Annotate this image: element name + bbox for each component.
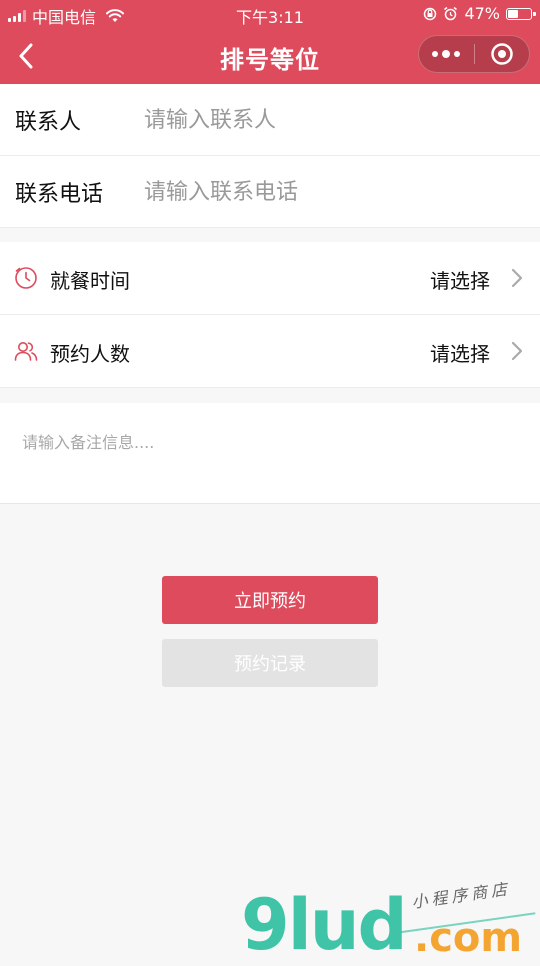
watermark-tagline: 小程序商店	[410, 879, 513, 912]
watermark-logo: 小程序商店 9lud .com	[236, 879, 536, 966]
clock-icon	[15, 267, 37, 289]
party-size-label: 预约人数	[50, 342, 130, 366]
people-icon	[14, 342, 38, 361]
dining-time-row[interactable]: 就餐时间 请选择	[0, 242, 540, 315]
chevron-right-icon	[511, 341, 523, 361]
nav-bar: 排号等位	[0, 28, 540, 84]
more-dots-icon	[432, 50, 461, 58]
status-right: 47%	[423, 4, 536, 23]
dining-time-label: 就餐时间	[50, 269, 130, 293]
options-section: 就餐时间 请选择 预约人数 请选择	[0, 242, 540, 388]
dining-time-value: 请选择	[430, 269, 490, 293]
watermark-domain: .com	[414, 915, 523, 961]
party-size-row[interactable]: 预约人数 请选择	[0, 315, 540, 388]
contact-input[interactable]	[142, 98, 520, 142]
close-miniprogram-button[interactable]	[475, 36, 530, 72]
target-icon	[491, 43, 513, 65]
records-button[interactable]: 预约记录	[162, 639, 378, 687]
capsule-menu	[418, 35, 530, 73]
status-bar: 中国电信 下午3:11 47%	[0, 0, 540, 28]
battery-icon	[506, 7, 536, 20]
contact-row: 联系人	[0, 84, 540, 156]
battery-percent: 47%	[464, 4, 500, 23]
alarm-icon	[444, 6, 458, 21]
contact-label: 联系人	[15, 110, 82, 135]
contact-section: 联系人 联系电话	[0, 84, 540, 228]
phone-label: 联系电话	[15, 182, 104, 207]
battery-level	[508, 9, 518, 18]
reserve-button[interactable]: 立即预约	[162, 576, 378, 624]
orientation-lock-icon	[424, 7, 437, 20]
remark-textarea[interactable]	[20, 427, 524, 491]
party-size-value: 请选择	[430, 342, 490, 366]
chevron-right-icon	[511, 268, 523, 288]
phone-row: 联系电话	[0, 156, 540, 228]
remark-section	[0, 403, 540, 504]
more-button[interactable]	[419, 36, 474, 72]
phone-input[interactable]	[142, 170, 520, 214]
watermark-brand: 9lud	[241, 884, 408, 966]
